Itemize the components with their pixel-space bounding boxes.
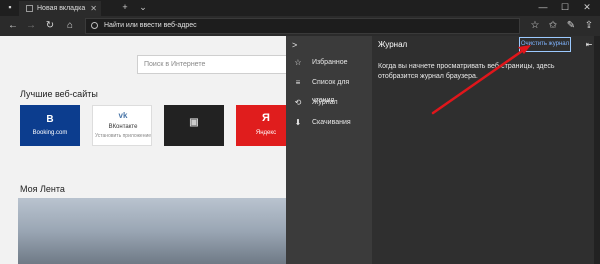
arrow-shaft — [431, 47, 527, 115]
annotation-arrow — [431, 45, 531, 115]
